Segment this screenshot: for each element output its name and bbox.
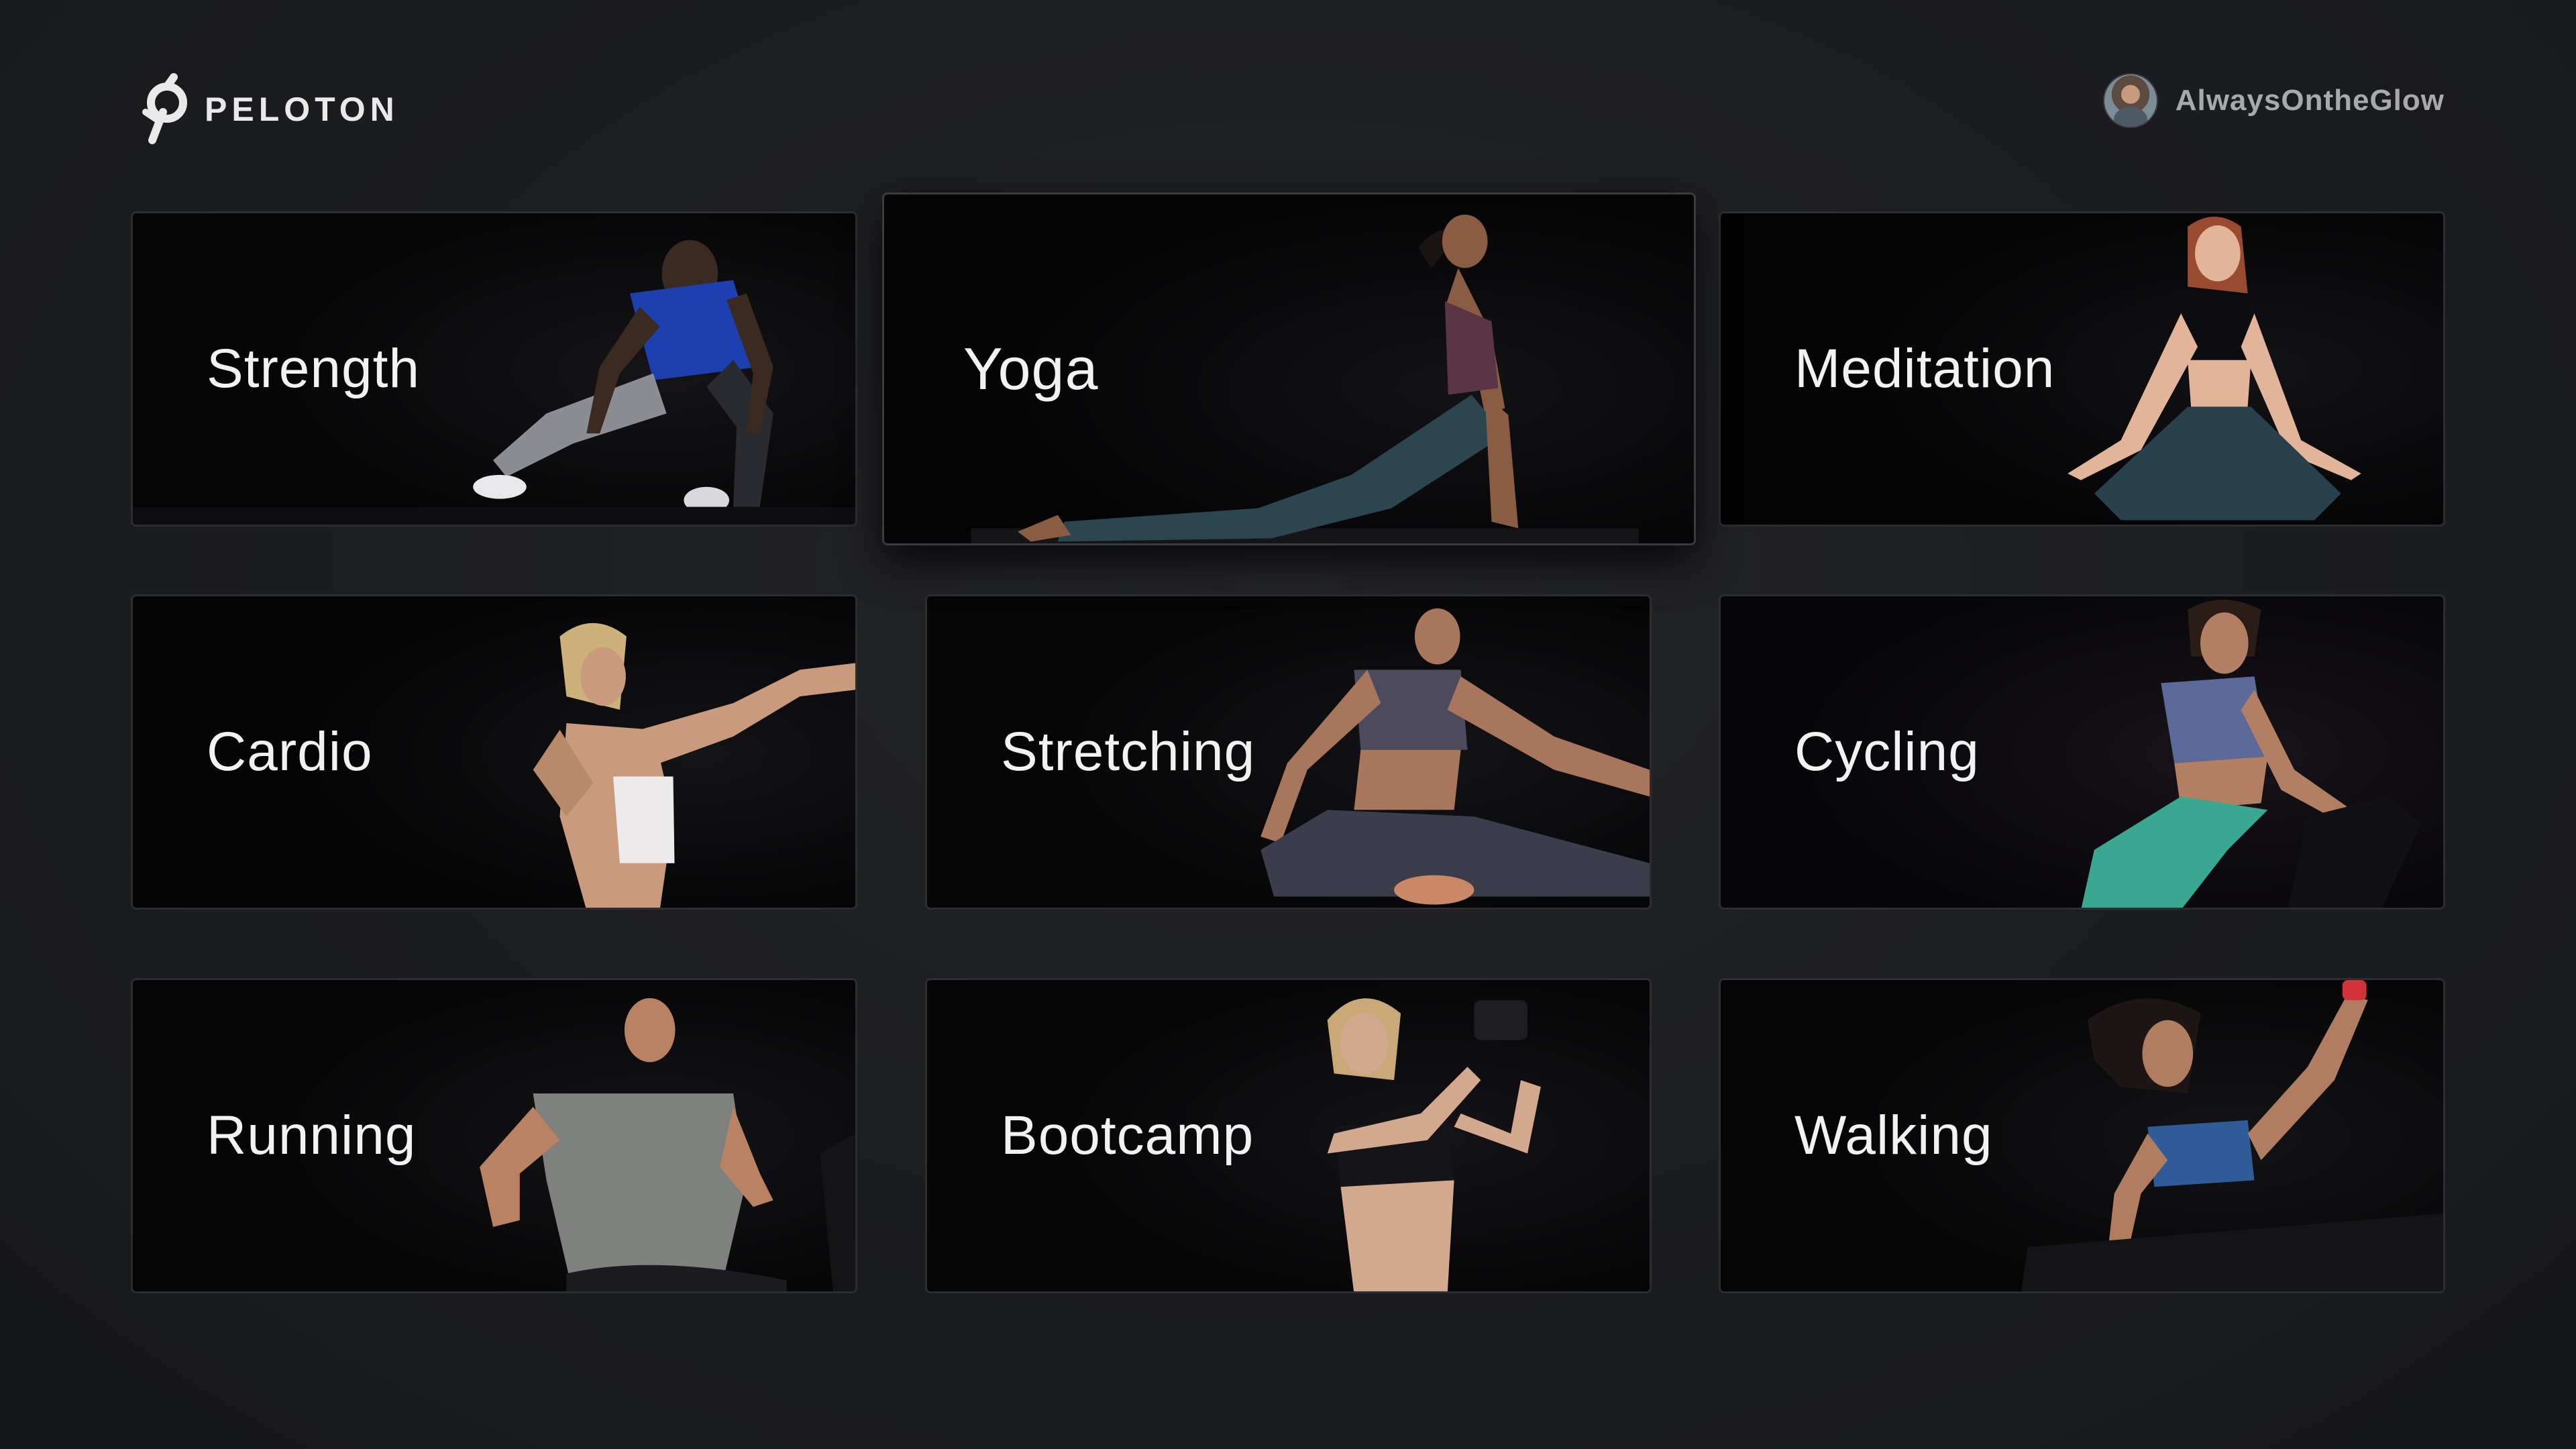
category-label: Cycling xyxy=(1794,721,1980,782)
peloton-p-logo-icon xyxy=(142,73,187,144)
category-label: Yoga xyxy=(963,335,1099,402)
category-tile-bootcamp[interactable]: Bootcamp xyxy=(925,978,1652,1293)
category-label: Meditation xyxy=(1794,338,2055,399)
username: AlwaysOntheGlow xyxy=(2175,84,2445,117)
class-category-screen: PELOTON AlwaysOntheGlow Strength Yoga Me… xyxy=(0,0,2576,1449)
category-tile-yoga[interactable]: Yoga xyxy=(882,193,1696,545)
category-label: Running xyxy=(207,1105,417,1166)
category-label: Cardio xyxy=(207,721,373,782)
category-tile-cycling[interactable]: Cycling xyxy=(1719,594,2445,910)
category-label: Stretching xyxy=(1001,721,1256,782)
category-tile-strength[interactable]: Strength xyxy=(131,211,857,527)
category-tile-running[interactable]: Running xyxy=(131,978,857,1293)
category-tile-walking[interactable]: Walking xyxy=(1719,978,2445,1293)
category-tile-meditation[interactable]: Meditation xyxy=(1719,211,2445,527)
category-label: Bootcamp xyxy=(1001,1105,1254,1166)
peloton-logo: PELOTON xyxy=(138,72,399,146)
user-profile[interactable]: AlwaysOntheGlow xyxy=(2102,73,2445,128)
logo-wordmark: PELOTON xyxy=(205,91,399,128)
category-label: Strength xyxy=(207,338,420,399)
user-avatar[interactable] xyxy=(2102,73,2158,128)
category-tile-stretching[interactable]: Stretching xyxy=(925,594,1652,910)
category-label: Walking xyxy=(1794,1105,1993,1166)
category-tile-cardio[interactable]: Cardio xyxy=(131,594,857,910)
